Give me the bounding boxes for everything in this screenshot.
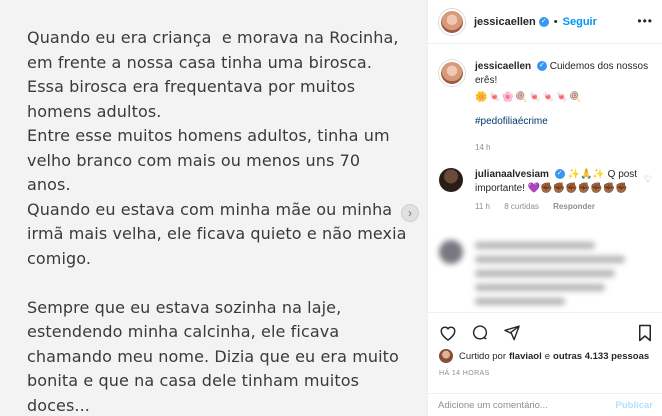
post-header: jessicaellen ✓ • Seguir ••• [428,0,662,44]
comment-avatar[interactable] [439,168,463,192]
bookmark-icon[interactable] [637,324,653,342]
separator-dot: • [553,15,558,28]
post-image: Quando eu era criança e morava na Rocinh… [0,0,427,416]
post-sidebar: jessicaellen ✓ • Seguir ••• jessicaellen… [427,0,662,416]
share-icon[interactable] [503,324,521,341]
liker-avatar[interactable] [439,349,453,363]
heart-icon[interactable] [439,324,457,341]
avatar[interactable] [439,8,465,35]
caption-hashtag[interactable]: #pedofiliaécrime [475,115,654,129]
caption-emojis: 🌼🍬🌸🍭🍬🍬🍬🍭 [475,92,583,103]
comment-time: 11 h [475,202,490,211]
verified-badge-icon: ✓ [536,61,547,72]
follow-button[interactable]: Seguir [563,16,597,28]
reply-button[interactable]: Responder [553,202,595,211]
verified-badge-icon: ✓ [538,16,549,27]
verified-badge-icon: ✓ [554,169,565,180]
post-actions: Curtido por flaviaol e outras 4.133 pess… [428,312,662,416]
blurred-line [475,270,615,277]
blurred-line [475,256,625,263]
comment-username[interactable]: julianaalvesiam [475,169,549,180]
caption-username[interactable]: jessicaellen [475,61,531,72]
liked-by: Curtido por flaviaol e outras 4.133 pess… [439,349,652,363]
liked-others[interactable]: outras 4.133 pessoas [553,351,649,362]
comment-input[interactable] [438,400,598,411]
liked-prefix: Curtido por [459,350,506,362]
blurred-line [475,298,565,305]
comment-heart-icon[interactable]: ♡ [644,174,652,185]
add-comment-bar: Publicar [428,393,662,416]
post-timestamp[interactable]: HÁ 14 HORAS [439,370,490,377]
header-username[interactable]: jessicaellen [474,16,536,28]
caption-time: 14 h [475,143,491,152]
comment-item: julianaalvesiam ✓ ✨🙏✨ Q post importante!… [439,168,654,211]
more-options-icon[interactable]: ••• [637,14,653,28]
caption-avatar[interactable] [439,60,465,86]
blurred-line [475,284,605,291]
blurred-line [475,242,595,249]
post-image-text: Quando eu era criança e morava na Rocinh… [27,28,407,415]
comment-icon[interactable] [471,324,489,341]
liked-middle: e [544,350,551,362]
comment-likes[interactable]: 8 curtidas [504,202,539,211]
caption: jessicaellen ✓ Cuidemos dos nossos erês!… [439,60,654,155]
publish-button[interactable]: Publicar [616,400,654,411]
next-slide-button[interactable]: › [401,204,419,222]
blurred-avatar [439,240,463,264]
liked-user[interactable]: flaviaol [509,351,542,362]
blurred-comment [439,238,654,308]
